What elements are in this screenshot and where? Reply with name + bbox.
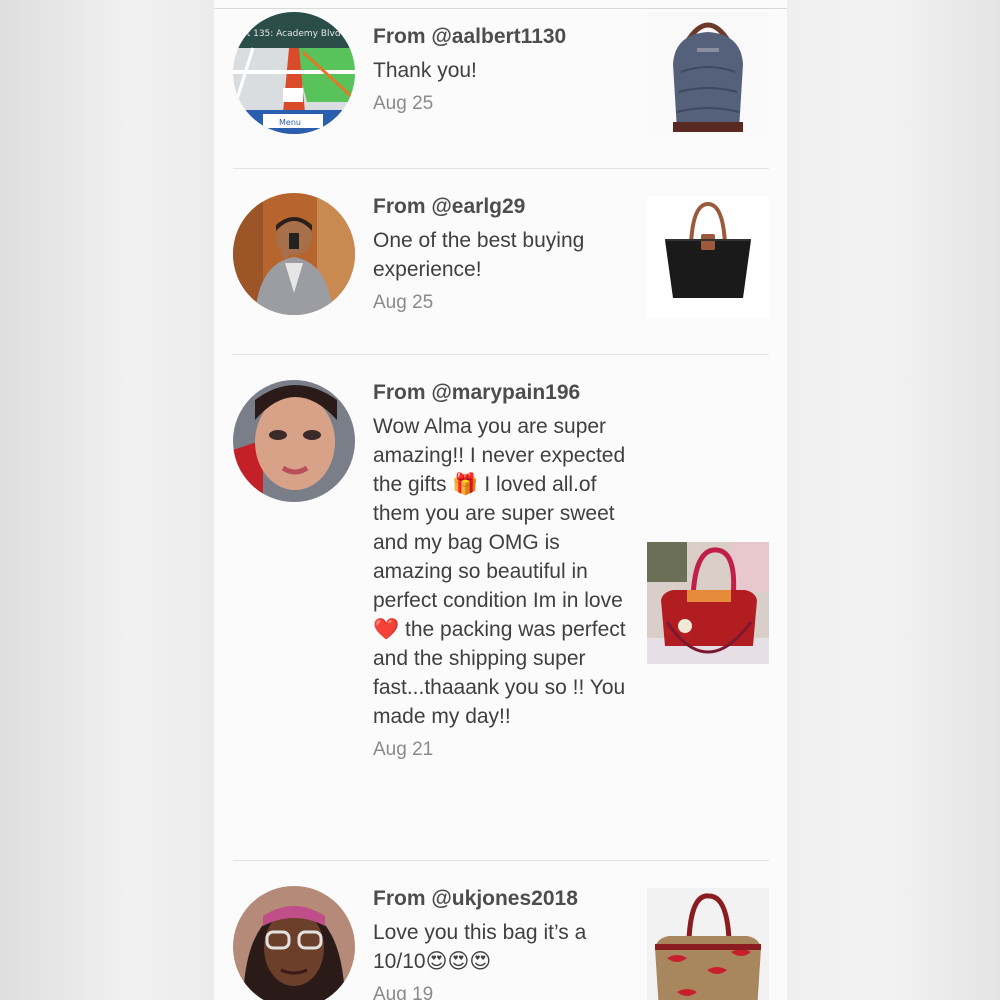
svg-text:St 135: Academy Blvd ahead: St 135: Academy Blvd ahead bbox=[241, 29, 355, 39]
red-heart-icon: ❤️ bbox=[373, 618, 400, 641]
review-message: Wow Alma you are super amazing!! I never… bbox=[373, 412, 628, 731]
review-date: Aug 25 bbox=[373, 292, 434, 313]
review-date: Aug 21 bbox=[373, 739, 434, 760]
review-date: Aug 25 bbox=[373, 93, 434, 114]
woman-glasses-avatar[interactable] bbox=[233, 886, 355, 1000]
lips-print-satchel-thumbnail[interactable] bbox=[647, 888, 769, 1000]
reviewer-username[interactable]: From @ukjones2018 bbox=[373, 884, 623, 914]
reviewer-username[interactable]: From @aalbert1130 bbox=[373, 22, 623, 52]
review-message: Love you this bag it’s a 10/10😍😍😍 bbox=[373, 918, 623, 976]
man-selfie-avatar[interactable] bbox=[233, 193, 355, 315]
review-content: From @ukjones2018 Love you this bag it’s… bbox=[373, 884, 623, 1000]
background-right bbox=[787, 0, 1000, 1000]
review-date: Aug 19 bbox=[373, 984, 434, 1000]
black-tote-bag-thumbnail[interactable] bbox=[647, 196, 769, 318]
review-message: One of the best buying experience! bbox=[373, 229, 585, 281]
top-divider bbox=[214, 8, 787, 9]
reviewer-username[interactable]: From @earlg29 bbox=[373, 192, 623, 222]
review-content: From @earlg29 One of the best buying exp… bbox=[373, 192, 623, 316]
gps-map-avatar[interactable]: St 135: Academy Blvd ahead Menu bbox=[233, 12, 355, 134]
blue-croc-backpack-thumbnail[interactable] bbox=[647, 12, 769, 134]
reviewer-username[interactable]: From @marypain196 bbox=[373, 378, 628, 408]
gift-icon: 🎁 bbox=[452, 473, 479, 496]
review-content: From @marypain196 Wow Alma you are super… bbox=[373, 378, 628, 763]
reviews-list[interactable]: St 135: Academy Blvd ahead Menu From @aa… bbox=[214, 0, 787, 1000]
review-message: Thank you! bbox=[373, 59, 477, 82]
heart-eyes-icon: 😍😍😍 bbox=[425, 950, 492, 973]
background-left bbox=[0, 0, 214, 1000]
review-content: From @aalbert1130 Thank you! Aug 25 bbox=[373, 22, 623, 117]
woman-portrait-avatar[interactable] bbox=[233, 380, 355, 502]
svg-text:Menu: Menu bbox=[279, 118, 301, 127]
review-message-text: the packing was perfect and the shipping… bbox=[373, 618, 626, 728]
red-satchel-bag-thumbnail[interactable] bbox=[647, 542, 769, 664]
